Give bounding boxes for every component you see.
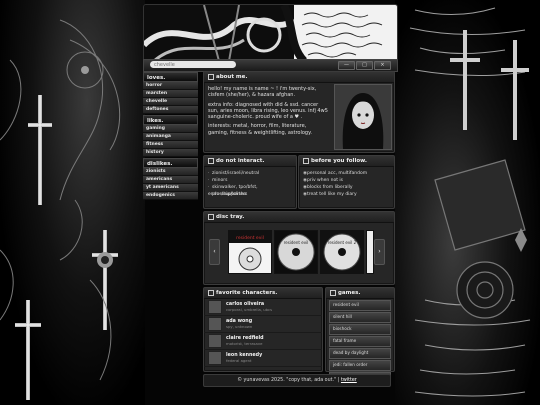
nav-item-chevelle[interactable]: chevelle [143,98,198,106]
sidebar-nav: loves. horror marsten chevelle deftones … [143,71,198,200]
character-avatar [208,351,222,365]
disc-resident-evil-alt[interactable]: resident evil [274,230,318,274]
disc-label: resident evil [284,240,309,245]
nav-item-animanga[interactable]: animanga [143,133,198,141]
about-line-extra: extra info: diagnosed with did & ssd. ca… [208,101,328,121]
square-icon [208,157,214,164]
byf-title: before you follow. [299,156,394,167]
nav-item-americans[interactable]: americans [143,176,198,184]
nav-item-deftones[interactable]: deftones [143,106,198,114]
game-item[interactable]: dead by daylight [329,348,391,359]
disc-resident-evil-3[interactable] [366,230,374,274]
character-row[interactable]: claire redfield motorist, terrasave [204,333,322,350]
footer-text: © yunavevas 2025. "copy that, ada out." … [237,378,340,383]
nav-item-fitness[interactable]: fitness [143,141,198,149]
disc-resident-evil[interactable]: resident evil [228,230,272,274]
byf-panel: before you follow. ◉personal acc, multif… [298,155,395,209]
header-banner [143,4,398,62]
game-item[interactable]: resident evil [329,300,391,311]
nav-item-horror[interactable]: horror [143,82,198,90]
disc-prev-button[interactable]: ‹ [209,239,220,265]
dni-title: do not interact. [204,156,296,167]
character-avatar [208,334,222,348]
right-background-art [395,0,540,405]
dni-item: · pro-ship/lolisho [208,192,247,197]
left-background-art [0,0,145,405]
game-item[interactable]: fatal frame [329,336,391,347]
nav-item-marsten[interactable]: marsten [143,90,198,98]
byf-item: ◉treat tell like my diary [303,192,357,197]
character-avatar [208,300,222,314]
about-line-interests: interests: metal, horror, film, literatu… [208,123,312,136]
maximize-button[interactable]: □ [356,61,373,70]
disc-tray-title: disc tray. [204,212,394,223]
nav-item-yt-americans[interactable]: yt americans [143,184,198,192]
close-button[interactable]: × [374,61,391,70]
minimize-button[interactable]: — [338,61,355,70]
square-icon [303,157,309,164]
nav-item-zionists[interactable]: zionists [143,168,198,176]
character-row[interactable]: carlos oliveira corporal, umbrella, ubcs [204,299,322,316]
nav-item-gaming[interactable]: gaming [143,125,198,133]
about-line-intro: hello! my name is name ~ ! i'm twenty-si… [208,86,317,99]
character-row[interactable]: leon kennedy federal agent [204,350,322,367]
characters-title: favorite characters. [204,288,322,299]
game-item[interactable]: bioshock [329,324,391,335]
dni-item: · minors [208,178,228,183]
characters-panel: favorite characters. carlos oliveira corp… [203,287,323,372]
byf-item: ◉blocks from liberally [303,185,353,190]
nav-item-history[interactable]: history [143,149,198,157]
footer: © yunavevas 2025. "copy that, ada out." … [203,374,391,387]
nav-section-loves: loves. [143,72,198,82]
byf-item: ◉priv when not is [303,178,344,183]
disc-label: resident evil 2 [328,240,357,245]
square-icon [330,289,336,296]
square-icon [208,213,214,220]
nav-section-dislikes: dislikes. [143,158,198,168]
disc-label: resident evil [236,235,264,241]
about-title: about me. [204,72,394,83]
byf-item: ◉personal acc, multifandom [303,171,368,176]
square-icon [208,289,214,296]
game-item[interactable]: jedi: fallen order [329,360,391,371]
games-panel: games. resident evil silent hill bioshoc… [325,287,395,383]
dni-item: · skinwalker, tpo/bfst, endos/supporters [208,185,258,197]
character-row[interactable]: ada wong spy, unknown [204,316,322,333]
square-icon [208,73,214,80]
about-panel: about me. hello! my name is name ~ ! i'm… [203,71,395,153]
dni-item: · zionist/israeli/neutral [208,171,260,176]
about-text: hello! my name is name ~ ! i'm twenty-si… [204,83,332,139]
character-avatar [208,317,222,331]
game-item[interactable]: silent hill [329,312,391,323]
nav-item-endogenics[interactable]: endogenics [143,192,198,200]
dni-panel: do not interact. · zionist/israeli/neutra… [203,155,297,209]
twitter-link[interactable]: twitter [341,378,357,383]
disc-resident-evil-2[interactable]: resident evil 2 [320,230,364,274]
search-input[interactable] [150,61,236,68]
disc-next-button[interactable]: › [374,239,385,265]
nav-section-likes: likes. [143,115,198,125]
games-title: games. [326,288,394,299]
profile-avatar [334,84,392,150]
